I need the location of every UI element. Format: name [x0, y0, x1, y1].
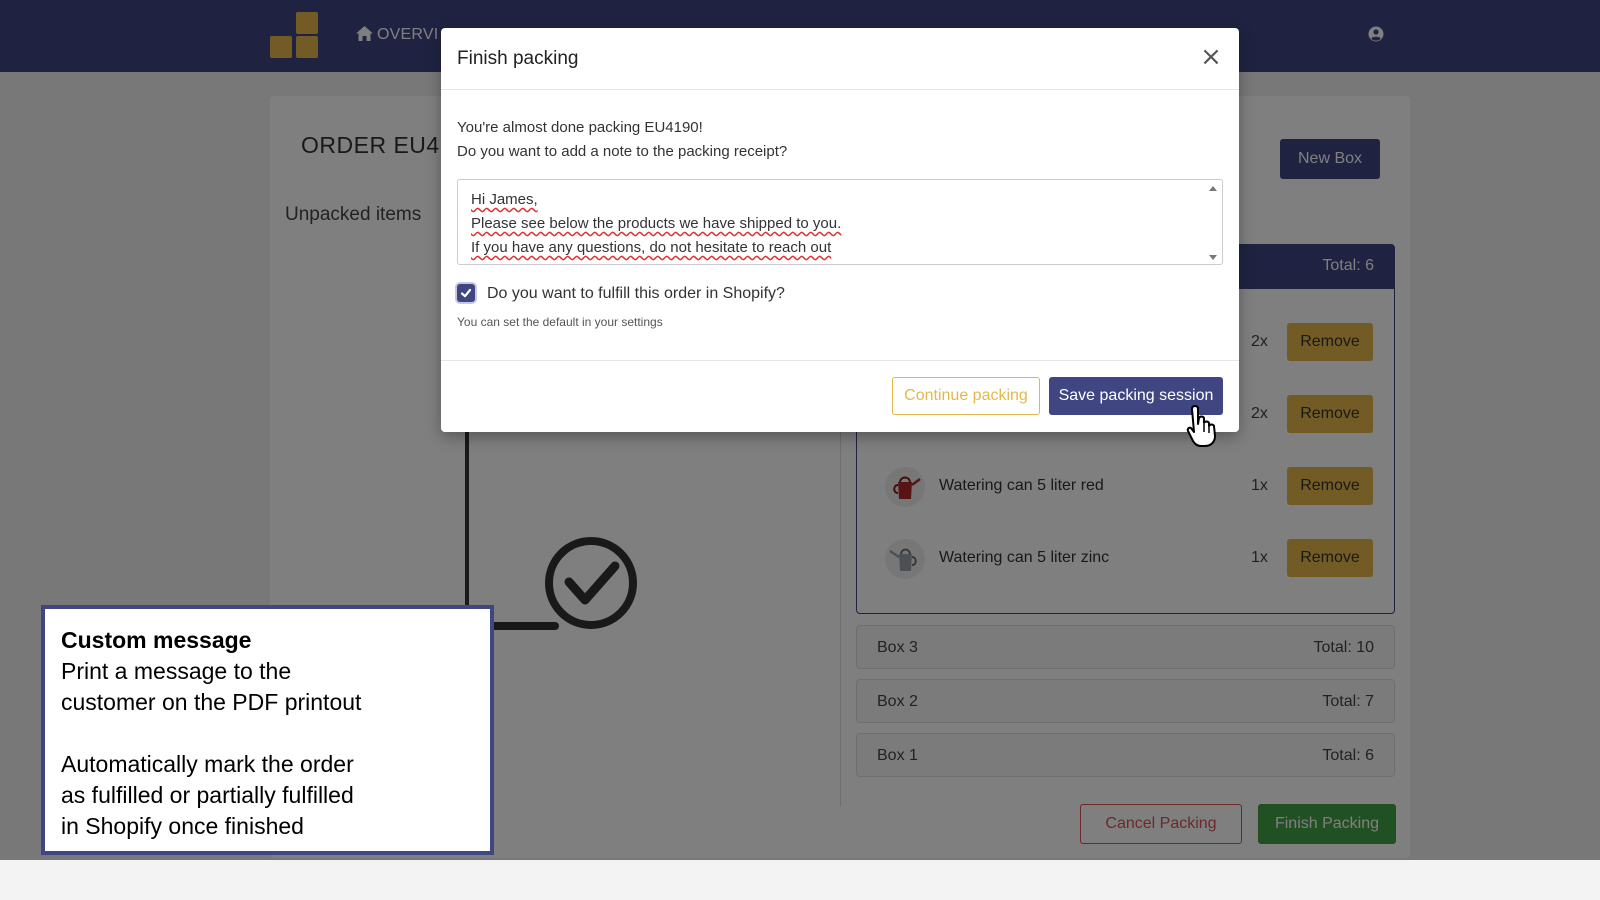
callout-title: Custom message [61, 627, 252, 653]
textarea-scrollbar[interactable] [1208, 184, 1218, 262]
default-settings-hint: You can set the default in your settings [457, 315, 663, 329]
modal-question-line: Do you want to add a note to the packing… [457, 143, 788, 160]
callout-text-line: customer on the PDF printout [61, 689, 362, 715]
modal-message-line: You're almost done packing EU4190! [457, 119, 703, 136]
feature-callout: Custom message Print a message to the cu… [41, 605, 494, 855]
callout-text-line: Automatically mark the order [61, 751, 354, 777]
finish-packing-modal: Finish packing × You're almost done pack… [441, 28, 1239, 432]
modal-title: Finish packing [457, 48, 579, 69]
close-icon[interactable]: × [1199, 42, 1223, 72]
scroll-up-icon[interactable] [1209, 186, 1217, 191]
fulfill-shopify-checkbox[interactable] [457, 284, 475, 302]
bottom-strip [0, 860, 1600, 900]
hand-pointer-icon [1186, 405, 1216, 447]
continue-packing-button[interactable]: Continue packing [892, 377, 1040, 415]
modal-footer-divider [441, 360, 1239, 361]
callout-text-line: Print a message to the [61, 658, 292, 684]
modal-header: Finish packing × [441, 28, 1239, 90]
callout-text-line: as fulfilled or partially fulfilled [61, 782, 354, 808]
scroll-down-icon[interactable] [1209, 255, 1217, 260]
check-icon [460, 288, 472, 298]
callout-text-line: in Shopify once finished [61, 813, 304, 839]
receipt-note-textarea[interactable]: Hi James, Please see below the products … [457, 179, 1223, 265]
fulfill-shopify-label[interactable]: Do you want to fulfill this order in Sho… [487, 285, 785, 303]
note-line: If you have any questions, do not hesita… [471, 239, 832, 256]
note-line: Hi James, [471, 191, 538, 208]
note-line: Please see below the products we have sh… [471, 215, 842, 232]
